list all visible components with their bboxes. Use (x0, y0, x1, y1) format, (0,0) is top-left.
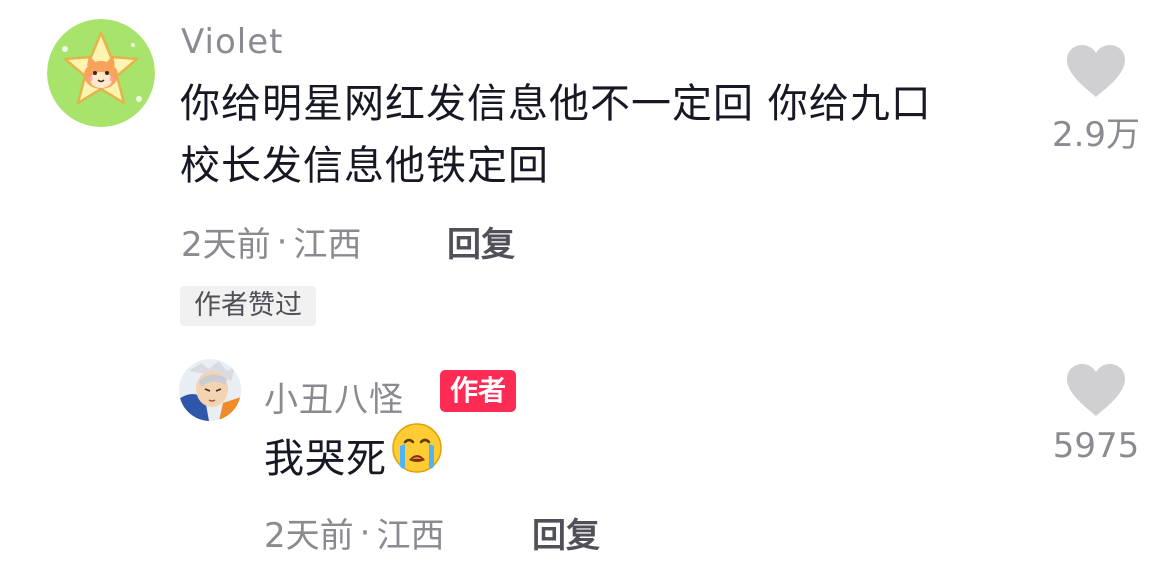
comment-text-line: 你给明星网红发信息他不一定回 你给九口 (180, 81, 932, 127)
anime-character-avatar-icon (179, 359, 241, 421)
user-avatar[interactable] (47, 19, 155, 127)
reply-username[interactable]: 小丑八怪 (264, 372, 404, 421)
heart-icon[interactable] (1065, 362, 1127, 418)
reply-text: 我哭死 (264, 423, 443, 496)
star-cat-avatar-icon (47, 19, 155, 127)
author-liked-badge: 作者赞过 (180, 286, 316, 326)
reply-button[interactable]: 回复 (447, 217, 515, 266)
crying-face-icon (391, 422, 443, 492)
comment-time: 2天前 (181, 225, 271, 265)
meta-separator: · (276, 221, 288, 262)
comment-meta: 2天前 · 江西 (181, 217, 361, 266)
reply-button[interactable]: 回复 (532, 508, 600, 557)
like-count: 5975 (1052, 426, 1140, 466)
comment-text: 你给明星网红发信息他不一定回 你给九口 校长发信息他铁定回 (180, 73, 1040, 197)
heart-icon[interactable] (1065, 43, 1127, 99)
user-avatar[interactable] (179, 359, 241, 421)
reply-text-content: 我哭死 (264, 436, 387, 482)
comment-location: 江西 (293, 225, 362, 265)
author-tag-badge: 作者 (440, 370, 517, 412)
reply-meta: 2天前 · 江西 (264, 508, 444, 557)
like-block: 2.9万 (1036, 43, 1156, 156)
comment-text-line: 校长发信息他铁定回 (180, 143, 549, 189)
meta-separator: · (359, 512, 371, 553)
like-count: 2.9万 (1051, 115, 1141, 155)
like-block: 5975 (1036, 362, 1156, 466)
comment-username[interactable]: Violet (181, 22, 283, 62)
reply-location: 江西 (376, 516, 445, 556)
reply-time: 2天前 (264, 516, 354, 556)
